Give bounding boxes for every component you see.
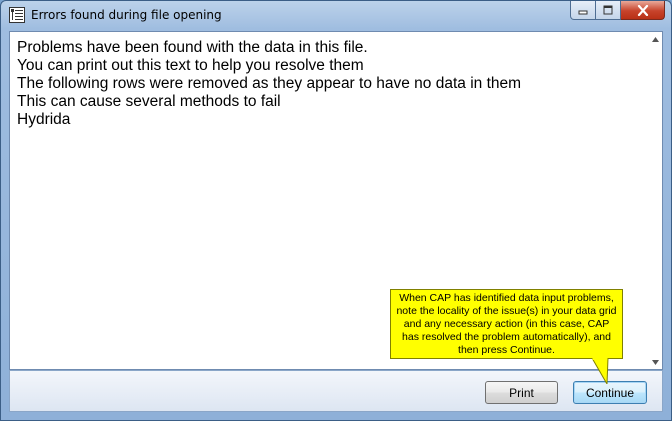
- app-window-icon[interactable]: [9, 7, 25, 23]
- minimize-button[interactable]: [570, 1, 596, 20]
- message-line: Hydrida: [17, 111, 71, 128]
- scroll-down-button[interactable]: [649, 356, 661, 368]
- message-line: This can cause several methods to fail: [17, 93, 281, 110]
- maximize-button[interactable]: [596, 1, 621, 20]
- scroll-down-icon: [651, 359, 659, 365]
- close-button[interactable]: [621, 1, 665, 20]
- message-line: Problems have been found with the data i…: [17, 39, 368, 56]
- help-tooltip: When CAP has identified data input probl…: [390, 289, 623, 359]
- button-bar: Print Continue: [9, 370, 663, 412]
- continue-button[interactable]: Continue: [573, 381, 647, 404]
- message-line: The following rows were removed as they …: [17, 75, 522, 92]
- window-title: Errors found during file opening: [31, 8, 222, 22]
- scroll-up-button[interactable]: [649, 33, 661, 45]
- tooltip-text: When CAP has identified data input probl…: [396, 292, 617, 356]
- caption-buttons: [570, 1, 665, 21]
- print-button[interactable]: Print: [485, 381, 558, 404]
- title-bar[interactable]: Errors found during file opening: [1, 1, 671, 31]
- close-icon: [637, 4, 648, 16]
- tooltip-pointer: [591, 358, 609, 384]
- scroll-up-icon: [651, 36, 659, 42]
- message-line: You can print out this text to help you …: [17, 57, 364, 74]
- maximize-icon: [603, 5, 613, 15]
- minimize-icon: [578, 10, 588, 15]
- message-text: Problems have been found with the data i…: [17, 39, 647, 129]
